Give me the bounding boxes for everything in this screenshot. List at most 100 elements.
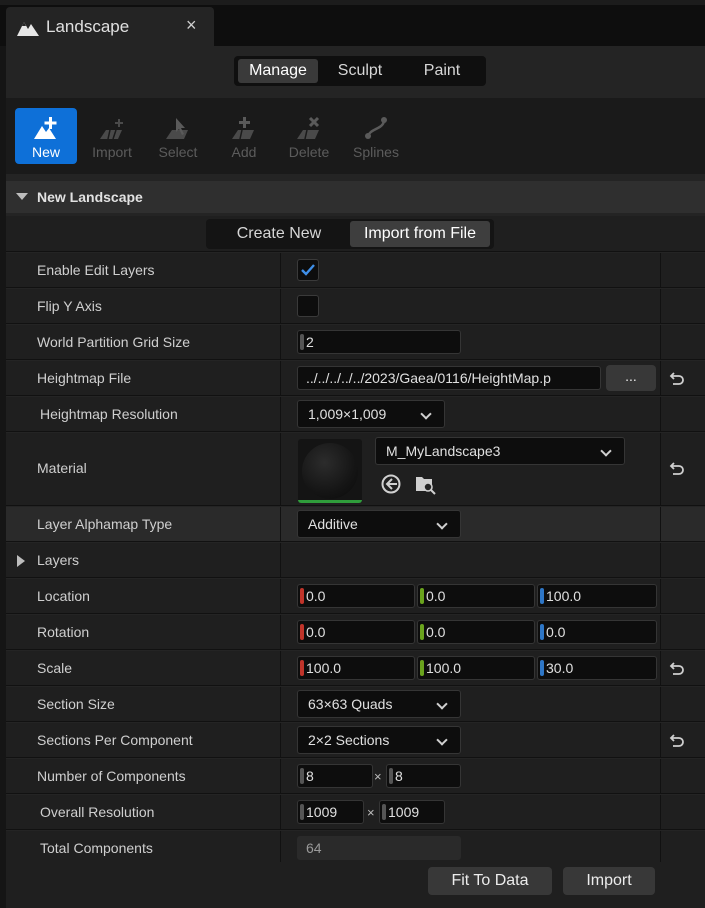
- close-icon[interactable]: ×: [186, 15, 197, 36]
- column-divider: [660, 831, 661, 865]
- mode-paint-tab[interactable]: Paint: [402, 59, 482, 83]
- rotation-x-value: 0.0: [306, 624, 326, 640]
- location-z-input[interactable]: 100.0: [537, 584, 657, 608]
- row-flip-y-axis: Flip Y Axis: [6, 289, 705, 324]
- row-enable-edit-layers: Enable Edit Layers: [6, 253, 705, 288]
- overall-resolution-label: Overall Resolution: [40, 804, 155, 820]
- reset-to-default-icon[interactable]: [667, 661, 685, 677]
- material-asset-color-bar: [298, 500, 362, 503]
- import-icon: [100, 119, 123, 140]
- column-divider: [280, 651, 281, 685]
- tab-strip: Landscape ×: [0, 0, 705, 46]
- z-axis-handle: [540, 624, 544, 640]
- drag-handle: [300, 334, 304, 350]
- layers-label: Layers: [37, 552, 80, 568]
- add-tool-button[interactable]: Add: [213, 108, 275, 164]
- row-layer-alphamap-type: Layer Alphamap Type Additive: [6, 507, 705, 542]
- column-divider: [660, 723, 661, 757]
- new-landscape-icon: [34, 117, 57, 139]
- reset-to-default-icon[interactable]: [667, 461, 685, 477]
- mode-selector: Manage Sculpt Paint: [234, 56, 486, 86]
- material-picker-dropdown[interactable]: M_MyLandscape3: [375, 437, 625, 465]
- section-size-dropdown[interactable]: 63×63 Quads: [297, 690, 461, 718]
- layer-alphamap-type-dropdown[interactable]: Additive: [297, 510, 461, 538]
- landscape-tab[interactable]: Landscape ×: [6, 7, 214, 46]
- overall-resolution-y-value: 1009: [388, 804, 420, 820]
- delete-tool-button[interactable]: Delete: [278, 108, 340, 164]
- fit-to-data-button[interactable]: Fit To Data: [428, 867, 552, 895]
- import-button[interactable]: Import: [563, 867, 655, 895]
- create-new-tab[interactable]: Create New: [210, 221, 348, 247]
- column-divider: [280, 361, 281, 395]
- overall-resolution-y-input[interactable]: 1009: [379, 800, 445, 824]
- column-divider: [660, 289, 661, 323]
- rotation-y-input[interactable]: 0.0: [417, 620, 535, 644]
- total-components-label: Total Components: [40, 840, 153, 856]
- browse-heightmap-button[interactable]: ...: [606, 365, 656, 391]
- material-thumbnail[interactable]: [298, 439, 362, 503]
- mode-sculpt-tab[interactable]: Sculpt: [322, 59, 398, 83]
- splines-tool-button[interactable]: Splines: [345, 108, 407, 164]
- import-tool-button[interactable]: Import: [81, 108, 143, 164]
- column-divider: [660, 253, 661, 287]
- row-number-of-components: Number of Components 8 × 8: [6, 759, 705, 794]
- scale-x-input[interactable]: 100.0: [297, 656, 415, 680]
- tab-strip-top-border: [0, 0, 705, 5]
- create-mode-row: Create New Import from File: [6, 216, 705, 252]
- column-divider: [660, 397, 661, 431]
- new-tool-button[interactable]: New: [15, 108, 77, 164]
- components-y-input[interactable]: 8: [386, 764, 461, 788]
- column-divider: [280, 615, 281, 649]
- overall-resolution-x-value: 1009: [306, 804, 338, 820]
- rotation-z-input[interactable]: 0.0: [537, 620, 657, 644]
- world-partition-grid-size-input[interactable]: 2: [297, 330, 461, 354]
- drag-handle: [300, 804, 304, 820]
- import-from-file-tab[interactable]: Import from File: [350, 221, 490, 247]
- rotation-x-input[interactable]: 0.0: [297, 620, 415, 644]
- landscape-panel: Manage Sculpt Paint New Import Select Ad…: [6, 46, 705, 908]
- column-divider: [660, 433, 661, 505]
- heightmap-file-path-input[interactable]: ../../../../../2023/Gaea/0116/HeightMap.…: [297, 366, 601, 390]
- heightmap-resolution-dropdown[interactable]: 1,009×1,009: [297, 400, 445, 428]
- flip-y-axis-label: Flip Y Axis: [37, 298, 102, 314]
- y-axis-handle: [420, 660, 424, 676]
- overall-resolution-x-input[interactable]: 1009: [297, 800, 364, 824]
- grid-size-value: 2: [306, 334, 314, 350]
- row-layers[interactable]: Layers: [6, 543, 705, 578]
- row-section-size: Section Size 63×63 Quads: [6, 687, 705, 722]
- scale-y-value: 100.0: [426, 660, 462, 676]
- mode-manage-tab[interactable]: Manage: [238, 59, 318, 83]
- row-overall-resolution: Overall Resolution 1009 × 1009: [6, 795, 705, 830]
- tab-title: Landscape: [46, 17, 130, 36]
- delete-tool-label: Delete: [288, 144, 330, 160]
- y-axis-handle: [420, 588, 424, 604]
- flip-y-axis-checkbox[interactable]: [297, 295, 319, 317]
- column-divider: [660, 543, 661, 577]
- new-landscape-section-header[interactable]: New Landscape: [6, 181, 705, 213]
- enable-edit-layers-checkbox[interactable]: [297, 259, 319, 281]
- number-of-components-label: Number of Components: [37, 768, 186, 784]
- total-components-value: 64: [297, 836, 461, 860]
- material-label: Material: [37, 460, 87, 476]
- chevron-down-icon: [600, 445, 612, 457]
- row-scale: Scale 100.0 100.0 30.0: [6, 651, 705, 686]
- browse-asset-icon[interactable]: [414, 473, 436, 495]
- collapse-caret-icon: [16, 193, 28, 200]
- components-y-value: 8: [395, 768, 403, 784]
- reset-to-default-icon[interactable]: [667, 733, 685, 749]
- location-label: Location: [37, 588, 90, 604]
- scale-y-input[interactable]: 100.0: [417, 656, 535, 680]
- scale-z-input[interactable]: 30.0: [537, 656, 657, 680]
- reset-to-default-icon[interactable]: [667, 371, 685, 387]
- column-divider: [280, 325, 281, 359]
- layer-alphamap-type-value: Additive: [308, 516, 358, 532]
- location-y-input[interactable]: 0.0: [417, 584, 535, 608]
- sections-per-component-dropdown[interactable]: 2×2 Sections: [297, 726, 461, 754]
- chevron-down-icon: [436, 518, 448, 530]
- location-x-input[interactable]: 0.0: [297, 584, 415, 608]
- use-selected-asset-icon[interactable]: [380, 473, 402, 495]
- row-total-components: Total Components 64: [6, 831, 705, 866]
- column-divider: [660, 325, 661, 359]
- components-x-input[interactable]: 8: [297, 764, 373, 788]
- select-tool-button[interactable]: Select: [147, 108, 209, 164]
